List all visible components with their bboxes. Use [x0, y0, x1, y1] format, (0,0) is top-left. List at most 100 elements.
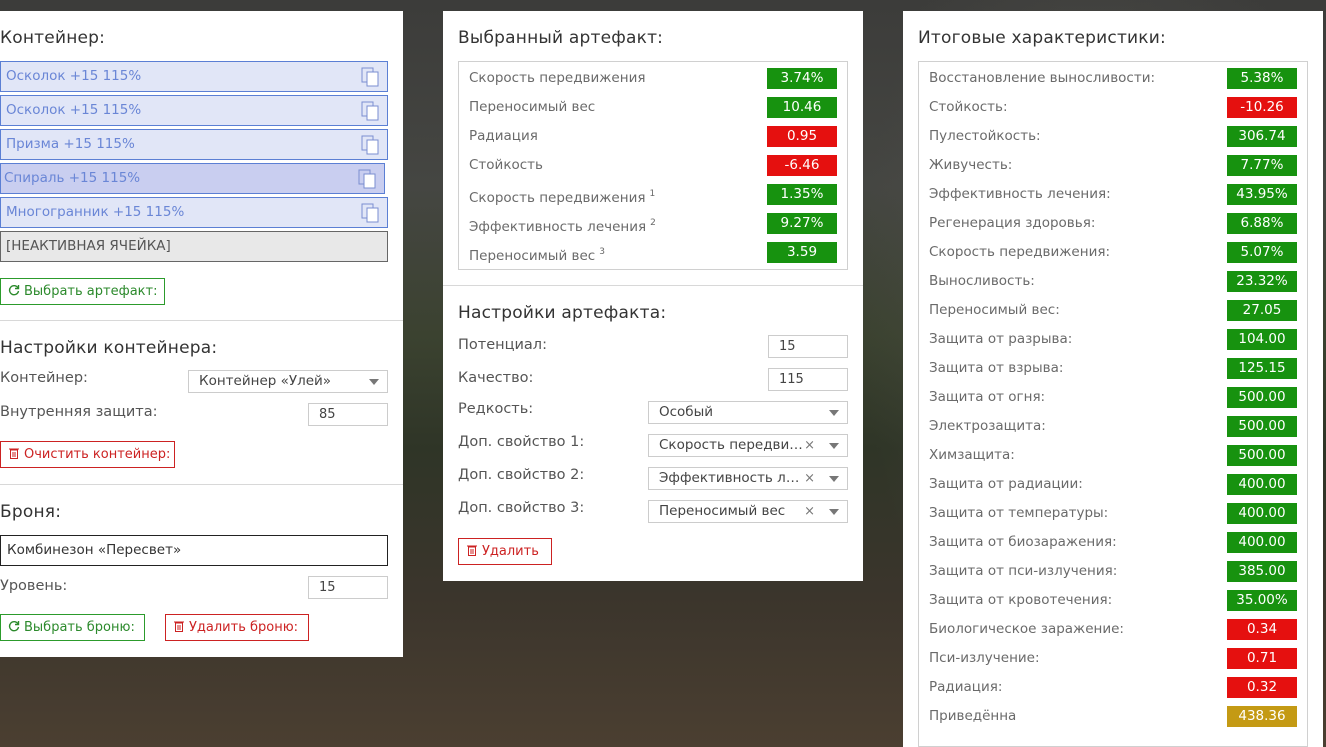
- total-stat-row: Эффективность лечения: 43.95%: [929, 184, 1299, 205]
- total-stat-value: 5.38%: [1227, 68, 1297, 89]
- copy-icon[interactable]: [361, 101, 379, 121]
- total-stat-label: Пулестойкость:: [929, 128, 1041, 144]
- total-stat-label: Защита от огня:: [929, 389, 1046, 405]
- container-settings-title: Настройки контейнера:: [0, 338, 218, 358]
- total-stat-value: 125.15: [1227, 358, 1297, 379]
- container-slot-2[interactable]: Осколок +15 115%: [0, 95, 388, 126]
- quality-label: Качество:: [458, 370, 534, 386]
- selected-artifact-title: Выбранный артефакт:: [458, 28, 664, 48]
- delete-armor-button[interactable]: Удалить броню:: [165, 614, 309, 641]
- total-stat-value: 400.00: [1227, 503, 1297, 524]
- total-stat-label: Электрозащита:: [929, 418, 1046, 434]
- total-stat-value: -10.26: [1227, 97, 1297, 118]
- extra3-select[interactable]: Переносимый вес ×: [648, 500, 848, 523]
- container-select-value: Контейнер «Улей»: [199, 373, 332, 389]
- total-stat-value: 104.00: [1227, 329, 1297, 350]
- total-stat-label: Защита от разрыва:: [929, 331, 1073, 347]
- extra2-select[interactable]: Эффективность лечения ×: [648, 467, 848, 490]
- chevron-down-icon: [829, 509, 839, 515]
- total-stat-row: Защита от температуры: 400.00: [929, 503, 1299, 524]
- total-stat-value: 23.32%: [1227, 271, 1297, 292]
- choose-armor-button[interactable]: Выбрать броню:: [0, 614, 145, 641]
- total-stat-label: Защита от радиации:: [929, 476, 1083, 492]
- potential-label: Потенциал:: [458, 337, 547, 353]
- chevron-down-icon: [829, 410, 839, 416]
- extra1-select[interactable]: Скорость передвижения ×: [648, 434, 848, 457]
- armor-field[interactable]: Комбинезон «Пересвет»: [0, 535, 388, 566]
- clear-icon[interactable]: ×: [804, 435, 815, 456]
- armor-level-input[interactable]: 15: [308, 576, 388, 599]
- clear-icon[interactable]: ×: [804, 501, 815, 522]
- copy-icon[interactable]: [358, 169, 376, 189]
- total-stat-row: Защита от разрыва: 104.00: [929, 329, 1299, 350]
- internal-protection-input[interactable]: 85: [308, 403, 388, 426]
- copy-icon[interactable]: [361, 135, 379, 155]
- choose-armor-label: Выбрать броню:: [24, 620, 135, 635]
- stat-label: Радиация: [469, 128, 538, 144]
- clear-container-label: Очистить контейнер:: [24, 447, 171, 462]
- stat-row: Скорость передвижения 1 1.35%: [469, 184, 839, 206]
- total-stat-value: 7.77%: [1227, 155, 1297, 176]
- container-slot-1[interactable]: Осколок +15 115%: [0, 61, 388, 92]
- stat-label: Переносимый вес 3: [469, 247, 605, 264]
- total-stat-value: 6.88%: [1227, 213, 1297, 234]
- container-slot-5[interactable]: Многогранник +15 115%: [0, 197, 388, 228]
- total-stat-value: 400.00: [1227, 532, 1297, 553]
- total-stat-row: Выносливость: 23.32%: [929, 271, 1299, 292]
- artifact-panel: Выбранный артефакт: Скорость передвижени…: [443, 11, 863, 581]
- total-stat-value: 0.34: [1227, 619, 1297, 640]
- total-stat-label: Химзащита:: [929, 447, 1015, 463]
- choose-artifact-button[interactable]: Выбрать артефакт:: [0, 278, 166, 305]
- delete-artifact-label: Удалить: [482, 544, 539, 559]
- total-stat-row: Защита от кровотечения: 35.00%: [929, 590, 1299, 611]
- clear-container-button[interactable]: Очистить контейнер:: [0, 441, 175, 468]
- copy-icon[interactable]: [361, 203, 379, 223]
- stat-label: Скорость передвижения 1: [469, 189, 656, 206]
- slot-label: [НЕАКТИВНАЯ ЯЧЕЙКА]: [6, 238, 171, 254]
- delete-artifact-button[interactable]: Удалить: [458, 538, 552, 565]
- total-stat-value: 5.07%: [1227, 242, 1297, 263]
- stat-value: 10.46: [767, 97, 837, 118]
- artifact-settings-title: Настройки артефакта:: [458, 303, 667, 323]
- stat-label: Переносимый вес: [469, 99, 596, 115]
- total-stat-label: Скорость передвижения:: [929, 244, 1111, 260]
- potential-input[interactable]: 15: [768, 335, 848, 358]
- total-stat-value: 500.00: [1227, 445, 1297, 466]
- trash-icon: [9, 448, 19, 459]
- rarity-select[interactable]: Особый: [648, 401, 848, 424]
- total-stat-row: Приведённа 438.36: [929, 706, 1299, 727]
- clear-icon[interactable]: ×: [804, 468, 815, 489]
- total-stat-row: Радиация: 0.32: [929, 677, 1299, 698]
- slot-label: Осколок +15 115%: [6, 102, 142, 118]
- total-stat-label: Стойкость:: [929, 99, 1008, 115]
- total-stat-label: Пси-излучение:: [929, 650, 1040, 666]
- container-select[interactable]: Контейнер «Улей»: [188, 370, 388, 393]
- extra1-label: Доп. свойство 1:: [458, 434, 585, 450]
- container-slot-inactive[interactable]: [НЕАКТИВНАЯ ЯЧЕЙКА]: [0, 231, 388, 262]
- total-stat-value: 500.00: [1227, 387, 1297, 408]
- total-stat-row: Восстановление выносливости: 5.38%: [929, 68, 1299, 89]
- stat-value: 9.27%: [767, 213, 837, 234]
- total-stat-label: Защита от биозаражения:: [929, 534, 1117, 550]
- total-stat-row: Переносимый вес: 27.05: [929, 300, 1299, 321]
- total-stat-value: 35.00%: [1227, 590, 1297, 611]
- total-stat-row: Скорость передвижения: 5.07%: [929, 242, 1299, 263]
- total-stat-row: Живучесть: 7.77%: [929, 155, 1299, 176]
- container-slot-4[interactable]: Спираль +15 115%: [0, 163, 385, 194]
- extra3-label: Доп. свойство 3:: [458, 500, 585, 516]
- divider: [443, 285, 863, 286]
- stat-row: Переносимый вес 10.46: [469, 97, 839, 118]
- total-stat-value: 27.05: [1227, 300, 1297, 321]
- total-stat-label: Защита от кровотечения:: [929, 592, 1113, 608]
- rarity-label: Редкость:: [458, 401, 534, 417]
- total-stat-row: Стойкость: -10.26: [929, 97, 1299, 118]
- armor-title: Броня:: [0, 502, 62, 522]
- total-stat-row: Защита от взрыва: 125.15: [929, 358, 1299, 379]
- quality-input[interactable]: 115: [768, 368, 848, 391]
- refresh-icon: [8, 621, 20, 632]
- stat-value: 0.95: [767, 126, 837, 147]
- total-stat-value: 0.32: [1227, 677, 1297, 698]
- armor-level-label: Уровень:: [0, 578, 68, 594]
- container-slot-3[interactable]: Призма +15 115%: [0, 129, 388, 160]
- copy-icon[interactable]: [361, 67, 379, 87]
